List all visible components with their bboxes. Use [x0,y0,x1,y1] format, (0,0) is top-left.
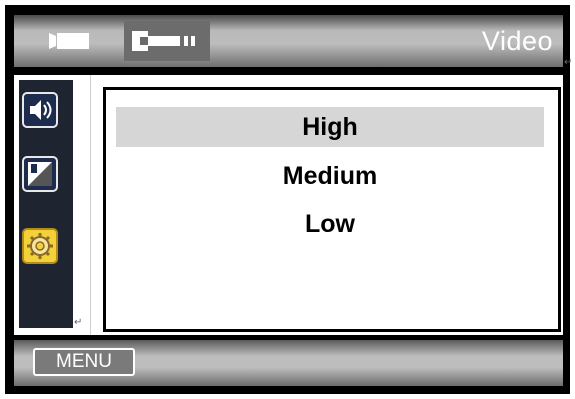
page-title: Video [481,26,553,56]
camera-icon[interactable] [47,21,93,61]
sidebar [19,80,73,328]
options-panel: High Medium Low [103,87,561,332]
wrench-icon[interactable] [124,21,210,61]
gear-icon[interactable] [22,228,58,264]
header-bar: Video [14,15,563,67]
option-medium[interactable]: Medium [116,156,544,196]
exposure-icon[interactable] [22,156,58,192]
divider [90,75,91,335]
option-low[interactable]: Low [116,204,544,244]
return-mark: ↵ [74,317,83,328]
option-high[interactable]: High [116,107,544,147]
footer-bar: MENU [14,340,563,386]
return-mark: ↵ [564,57,573,68]
menu-button[interactable]: MENU [33,348,135,376]
speaker-icon[interactable] [22,92,58,128]
content-area: ↵ High Medium Low ↵ [14,57,572,335]
